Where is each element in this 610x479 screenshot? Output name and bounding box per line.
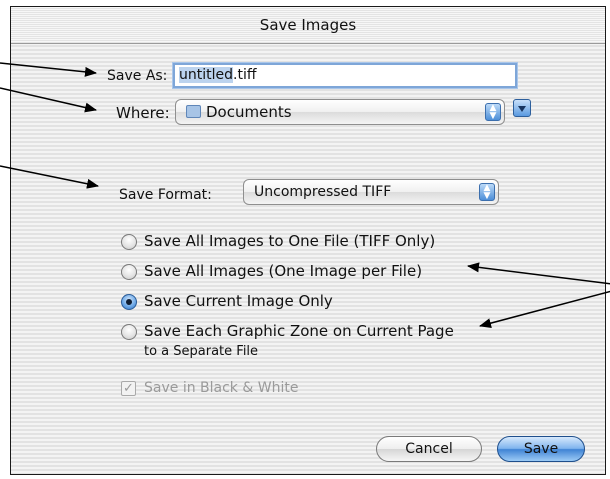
where-label: Where:: [116, 104, 170, 122]
black-white-checkbox[interactable]: ✓: [121, 381, 136, 396]
radio-current-image[interactable]: [121, 294, 137, 310]
cancel-button[interactable]: Cancel: [376, 436, 482, 462]
radio-all-per-file[interactable]: [121, 264, 137, 280]
radio-graphic-zone[interactable]: [121, 324, 137, 340]
popup-arrows-icon: ▲ ▼: [479, 183, 495, 201]
popup-arrows-icon: ▲ ▼: [485, 103, 501, 121]
where-popup[interactable]: Documents ▲ ▼: [175, 99, 505, 125]
option-current-image-label: Save Current Image Only: [144, 292, 333, 310]
save-button[interactable]: Save: [497, 436, 585, 462]
save-as-label: Save As:: [107, 68, 168, 84]
option-graphic-zone-label-line2: to a Separate File: [144, 344, 259, 359]
filename-selection: untitled: [179, 67, 234, 83]
folder-icon: [186, 105, 201, 118]
where-value: Documents: [206, 103, 292, 121]
save-format-value: Uncompressed TIFF: [254, 184, 392, 200]
save-as-field[interactable]: untitled.tiff: [173, 63, 517, 88]
filename-extension: .tiff: [233, 67, 257, 83]
expand-dialog-button[interactable]: [513, 99, 531, 117]
option-graphic-zone-label: Save Each Graphic Zone on Current Page: [144, 322, 454, 340]
black-white-label: Save in Black & White: [144, 380, 299, 396]
radio-all-one-file[interactable]: [121, 234, 137, 250]
option-all-one-file-label: Save All Images to One File (TIFF Only): [144, 232, 436, 250]
save-format-label: Save Format:: [119, 187, 212, 203]
save-format-popup[interactable]: Uncompressed TIFF ▲ ▼: [243, 179, 499, 205]
save-images-dialog: Save Images Save As: untitled.tiff Where…: [10, 6, 606, 475]
dialog-title: Save Images: [11, 7, 605, 44]
option-all-per-file-label: Save All Images (One Image per File): [144, 262, 423, 280]
